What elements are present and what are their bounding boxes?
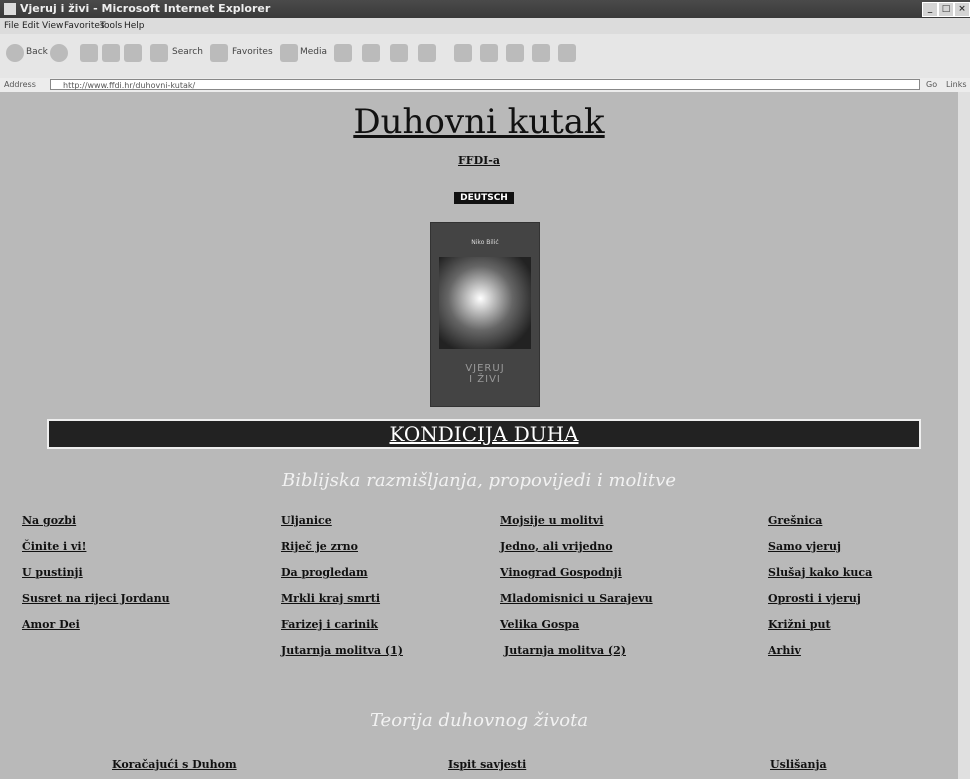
links-button[interactable]: Links bbox=[946, 80, 967, 89]
toolbar: Back Search Favorites Media bbox=[0, 34, 970, 79]
media-button[interactable]: Media bbox=[300, 47, 327, 57]
book-title: VJERUJ I ŽIVI bbox=[431, 363, 539, 385]
edit-icon[interactable] bbox=[418, 44, 436, 62]
link-uljanice[interactable]: Uljanice bbox=[281, 514, 332, 527]
book-title-line2: I ŽIVI bbox=[469, 374, 501, 385]
menu-view[interactable]: View bbox=[42, 21, 63, 31]
link-mladomisnici-u-sarajevu[interactable]: Mladomisnici u Sarajevu bbox=[500, 592, 653, 605]
menu-file[interactable]: File bbox=[4, 21, 19, 31]
menu-edit[interactable]: Edit bbox=[22, 21, 39, 31]
menu-bar: File Edit View Favorites Tools Help bbox=[0, 18, 970, 34]
close-button[interactable]: × bbox=[954, 2, 970, 17]
deutsch-link[interactable]: DEUTSCH bbox=[454, 192, 514, 204]
link-arhiv[interactable]: Arhiv bbox=[768, 644, 801, 657]
tools-icon[interactable] bbox=[532, 44, 550, 62]
maximize-button[interactable]: □ bbox=[938, 2, 954, 17]
link-samo-vjeruj[interactable]: Samo vjeruj bbox=[768, 540, 841, 553]
link-amor-dei[interactable]: Amor Dei bbox=[22, 618, 80, 631]
link-susret-na-rijeci-jordanu[interactable]: Susret na rijeci Jordanu bbox=[22, 592, 170, 605]
ie-icon bbox=[4, 3, 16, 15]
address-bar: Address http://www.ffdi.hr/duhovni-kutak… bbox=[0, 78, 970, 93]
media-icon[interactable] bbox=[280, 44, 298, 62]
link-rijec-je-zrno[interactable]: Riječ je zrno bbox=[281, 540, 358, 553]
link-na-gozbi[interactable]: Na gozbi bbox=[22, 514, 76, 527]
address-input[interactable]: http://www.ffdi.hr/duhovni-kutak/ bbox=[50, 79, 920, 90]
link-mojsije-u-molitvi[interactable]: Mojsije u molitvi bbox=[500, 514, 604, 527]
link-vinograd-gospodnji[interactable]: Vinograd Gospodnji bbox=[500, 566, 622, 579]
go-button[interactable]: Go bbox=[926, 80, 937, 89]
mail-icon[interactable] bbox=[362, 44, 380, 62]
link-da-progledam[interactable]: Da progledam bbox=[281, 566, 368, 579]
page-title: Duhovni kutak bbox=[353, 102, 605, 142]
research-icon[interactable] bbox=[506, 44, 524, 62]
link-farizej-i-carinik[interactable]: Farizej i carinik bbox=[281, 618, 378, 631]
link-uslisanja[interactable]: Uslišanja bbox=[770, 758, 827, 771]
window-titlebar: Vjeruj i živi - Microsoft Internet Explo… bbox=[0, 0, 970, 18]
menu-help[interactable]: Help bbox=[124, 21, 145, 31]
section-subtitle-theory: Teorija duhovnog života bbox=[369, 710, 589, 731]
ffdi-link[interactable]: FFDI-a bbox=[0, 154, 958, 167]
forward-icon[interactable] bbox=[50, 44, 68, 62]
link-slusaj-kako-kuca[interactable]: Slušaj kako kuca bbox=[768, 566, 872, 579]
link-mrkli-kraj-smrti[interactable]: Mrkli kraj smrti bbox=[281, 592, 380, 605]
refresh-icon[interactable] bbox=[102, 44, 120, 62]
link-jutarnja-molitva-2[interactable]: Jutarnja molitva (2) bbox=[504, 644, 626, 657]
home-icon[interactable] bbox=[124, 44, 142, 62]
search-button[interactable]: Search bbox=[172, 47, 203, 57]
minimize-button[interactable]: _ bbox=[922, 2, 938, 17]
print-icon[interactable] bbox=[390, 44, 408, 62]
address-label: Address bbox=[4, 80, 36, 89]
book-title-line1: VJERUJ bbox=[465, 363, 505, 374]
back-button[interactable]: Back bbox=[26, 47, 48, 57]
menu-favorites[interactable]: Favorites bbox=[64, 21, 105, 31]
back-icon[interactable] bbox=[6, 44, 24, 62]
link-jutarnja-molitva-1[interactable]: Jutarnja molitva (1) bbox=[281, 644, 403, 657]
messenger-icon[interactable] bbox=[480, 44, 498, 62]
discuss-icon[interactable] bbox=[454, 44, 472, 62]
kondicija-duha-banner[interactable]: KONDICIJA DUHA bbox=[47, 419, 921, 449]
page-content: Duhovni kutak FFDI-a DEUTSCH Niko Bilić … bbox=[0, 92, 958, 779]
history-icon[interactable] bbox=[334, 44, 352, 62]
copy-icon[interactable] bbox=[558, 44, 576, 62]
book-author: Niko Bilić bbox=[471, 239, 499, 246]
book-photo bbox=[439, 257, 531, 349]
section-subtitle-reflections: Biblijska razmišljanja, propovijedi i mo… bbox=[282, 470, 676, 491]
link-u-pustinji[interactable]: U pustinji bbox=[22, 566, 83, 579]
link-oprosti-i-vjeruj[interactable]: Oprosti i vjeruj bbox=[768, 592, 861, 605]
link-koracajuci-s-duhom[interactable]: Koračajući s Duhom bbox=[112, 758, 237, 771]
vertical-scrollbar[interactable] bbox=[957, 92, 970, 779]
search-icon[interactable] bbox=[150, 44, 168, 62]
window-title: Vjeruj i živi - Microsoft Internet Explo… bbox=[20, 2, 271, 15]
link-krizni-put[interactable]: Križni put bbox=[768, 618, 831, 631]
menu-tools[interactable]: Tools bbox=[100, 21, 122, 31]
link-jedno-ali-vrijedno[interactable]: Jedno, ali vrijedno bbox=[500, 540, 613, 553]
link-cinite-i-vi[interactable]: Činite i vi! bbox=[22, 540, 86, 553]
link-gresnica[interactable]: Grešnica bbox=[768, 514, 822, 527]
favorites-button[interactable]: Favorites bbox=[232, 47, 273, 57]
link-ispit-savjesti[interactable]: Ispit savjesti bbox=[448, 758, 526, 771]
book-cover-image[interactable]: Niko Bilić VJERUJ I ŽIVI bbox=[430, 222, 540, 407]
stop-icon[interactable] bbox=[80, 44, 98, 62]
link-velika-gospa[interactable]: Velika Gospa bbox=[500, 618, 579, 631]
favorites-icon[interactable] bbox=[210, 44, 228, 62]
